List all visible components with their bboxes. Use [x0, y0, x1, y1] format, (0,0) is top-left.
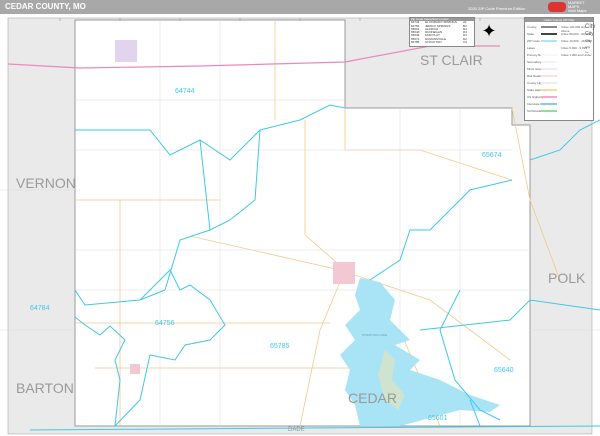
zip-label: 64784: [30, 305, 50, 312]
title-bar: CEDAR COUNTY, MO 2020 ZIP Code Premium E…: [0, 0, 600, 14]
county-label: CEDAR: [348, 390, 398, 406]
legend-item: ZIP Code: [527, 39, 540, 43]
lake-label: STOCKTON LAKE: [362, 333, 388, 337]
legend-city-sample: City: [585, 38, 592, 43]
legend-swatch: [541, 54, 557, 56]
logo-mark-icon: [548, 2, 566, 12]
city-el-dorado-springs: [115, 40, 137, 62]
legend-item: Toll Roads: [527, 109, 542, 113]
legend-swatch: [541, 96, 557, 98]
market-maps-logo: MARKET MAPS Wall Maps: [548, 1, 598, 13]
legend-swatch: [541, 82, 557, 84]
legend-city-size: Cities 5,000 - 9,999: [561, 46, 588, 50]
legend-city-sample: City: [585, 24, 596, 30]
legend-swatch: [541, 33, 557, 35]
zip-index-table: Zip Code Index/Grid Locator 64744 EL DORA…: [409, 17, 475, 47]
legend-swatch: [541, 103, 557, 105]
compass-rose-icon: ✦: [481, 21, 497, 41]
city-stockton: [333, 262, 355, 284]
legend-swatch: [541, 40, 557, 42]
table-row: 65785 STOCKTON C3: [411, 40, 467, 45]
legend-swatch: [541, 68, 557, 70]
zip-label: 64756: [155, 320, 175, 327]
map-title: CEDAR COUNTY, MO: [5, 2, 86, 11]
legend-city-sample: City: [585, 31, 594, 37]
legend-swatch: [541, 47, 557, 49]
neighbor-st-clair: ST CLAIR: [420, 52, 483, 68]
zip-label: 65674: [482, 152, 502, 159]
legend-item: Rail Roads: [527, 74, 542, 78]
neighbor-polk: POLK: [548, 270, 586, 286]
zip-label: 65640: [494, 367, 514, 374]
legend-swatch: [541, 61, 557, 63]
neighbor-barton: BARTON: [16, 380, 74, 396]
zip-label: 65601: [428, 415, 448, 422]
zip-label: 65785: [270, 343, 290, 350]
edition-label: 2020 ZIP Code Premium Edition: [468, 6, 526, 11]
legend-city-sample: City: [585, 52, 589, 54]
legend-item: Lakes: [527, 46, 536, 50]
legend-item: State: [527, 32, 535, 36]
legend-swatch: [541, 110, 557, 112]
neighbor-dade: DADE: [288, 427, 305, 433]
city-jerico-springs: [130, 364, 140, 374]
neighbor-vernon: VERNON: [16, 175, 76, 191]
map-canvas[interactable]: ST CLAIR VERNON POLK BARTON DADE CEDAR S…: [0, 14, 600, 436]
map-legend: Cedar County ZIP Map County State ZIP Code…: [524, 17, 596, 121]
legend-swatch: [541, 75, 557, 77]
legend-swatch: [541, 89, 557, 91]
legend-city-sample: City: [585, 45, 591, 49]
zip-label: 64744: [175, 88, 195, 95]
legend-item: County: [527, 25, 537, 29]
legend-swatch: [541, 26, 557, 28]
